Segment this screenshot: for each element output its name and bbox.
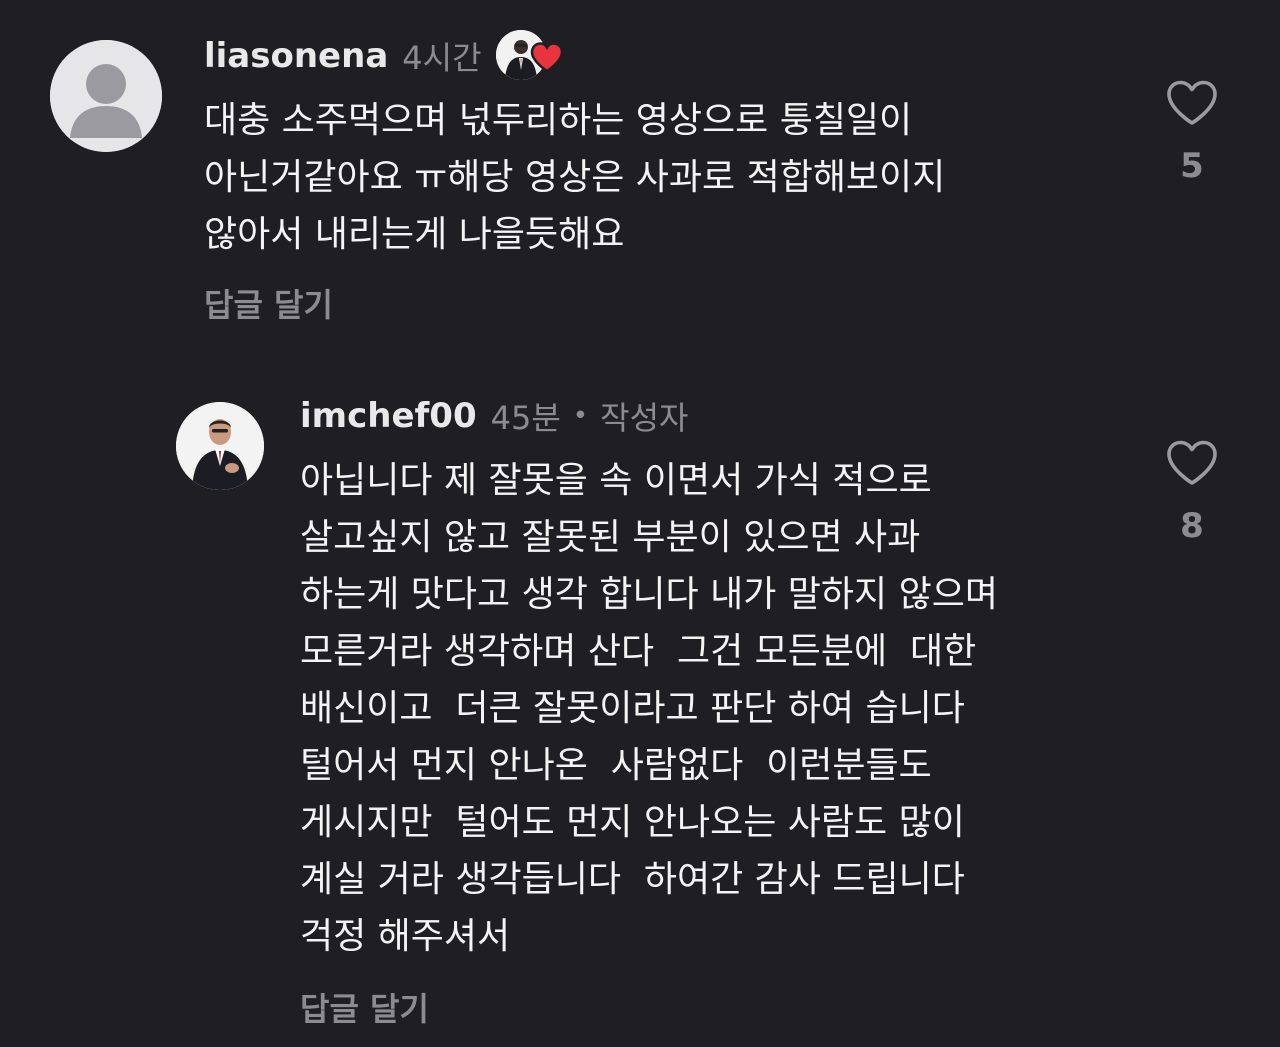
- like-control: 5: [1152, 80, 1232, 186]
- author-tag: 작성자: [600, 399, 689, 437]
- reply-meta: imchef00 45분 • 작성자: [300, 392, 688, 440]
- heart-outline-icon[interactable]: [1166, 80, 1218, 126]
- timestamp: 45분: [490, 399, 561, 437]
- comment-text: 대충 소주먹으며 넋두리하는 영상으로 퉁칠일이 아닌거같아요 ㅠ해당 영상은 …: [204, 100, 946, 255]
- comment-item: liasonena 4시간 대충 소주먹으며 넋두리하는 영상으로 퉁칠일이 아…: [0, 0, 1280, 340]
- like-control: 8: [1152, 440, 1232, 546]
- reply-button[interactable]: 답글 달기: [204, 280, 333, 326]
- comments-panel: liasonena 4시간 대충 소주먹으며 넋두리하는 영상으로 퉁칠일이 아…: [0, 0, 1280, 1047]
- like-count: 5: [1180, 146, 1204, 186]
- reply-button[interactable]: 답글 달기: [300, 984, 429, 1030]
- separator-dot: •: [572, 401, 589, 431]
- username[interactable]: imchef00: [300, 396, 477, 436]
- reply-text: 아닙니다 제 잘못을 속 이면서 가식 적으로 살고싶지 않고 잘못된 부분이 …: [300, 460, 998, 957]
- creator-liked-heart-icon: [530, 42, 563, 72]
- author-photo-avatar-icon: [176, 402, 264, 490]
- timestamp: 4시간: [402, 39, 482, 77]
- comment-meta: liasonena 4시간: [204, 28, 566, 84]
- like-count: 8: [1180, 506, 1204, 546]
- user-avatar[interactable]: [50, 40, 162, 152]
- default-user-avatar-icon: [50, 40, 162, 152]
- username[interactable]: liasonena: [204, 36, 388, 76]
- author-avatar[interactable]: [176, 402, 264, 490]
- creator-liked-badge: [495, 30, 566, 82]
- heart-outline-icon[interactable]: [1166, 440, 1218, 486]
